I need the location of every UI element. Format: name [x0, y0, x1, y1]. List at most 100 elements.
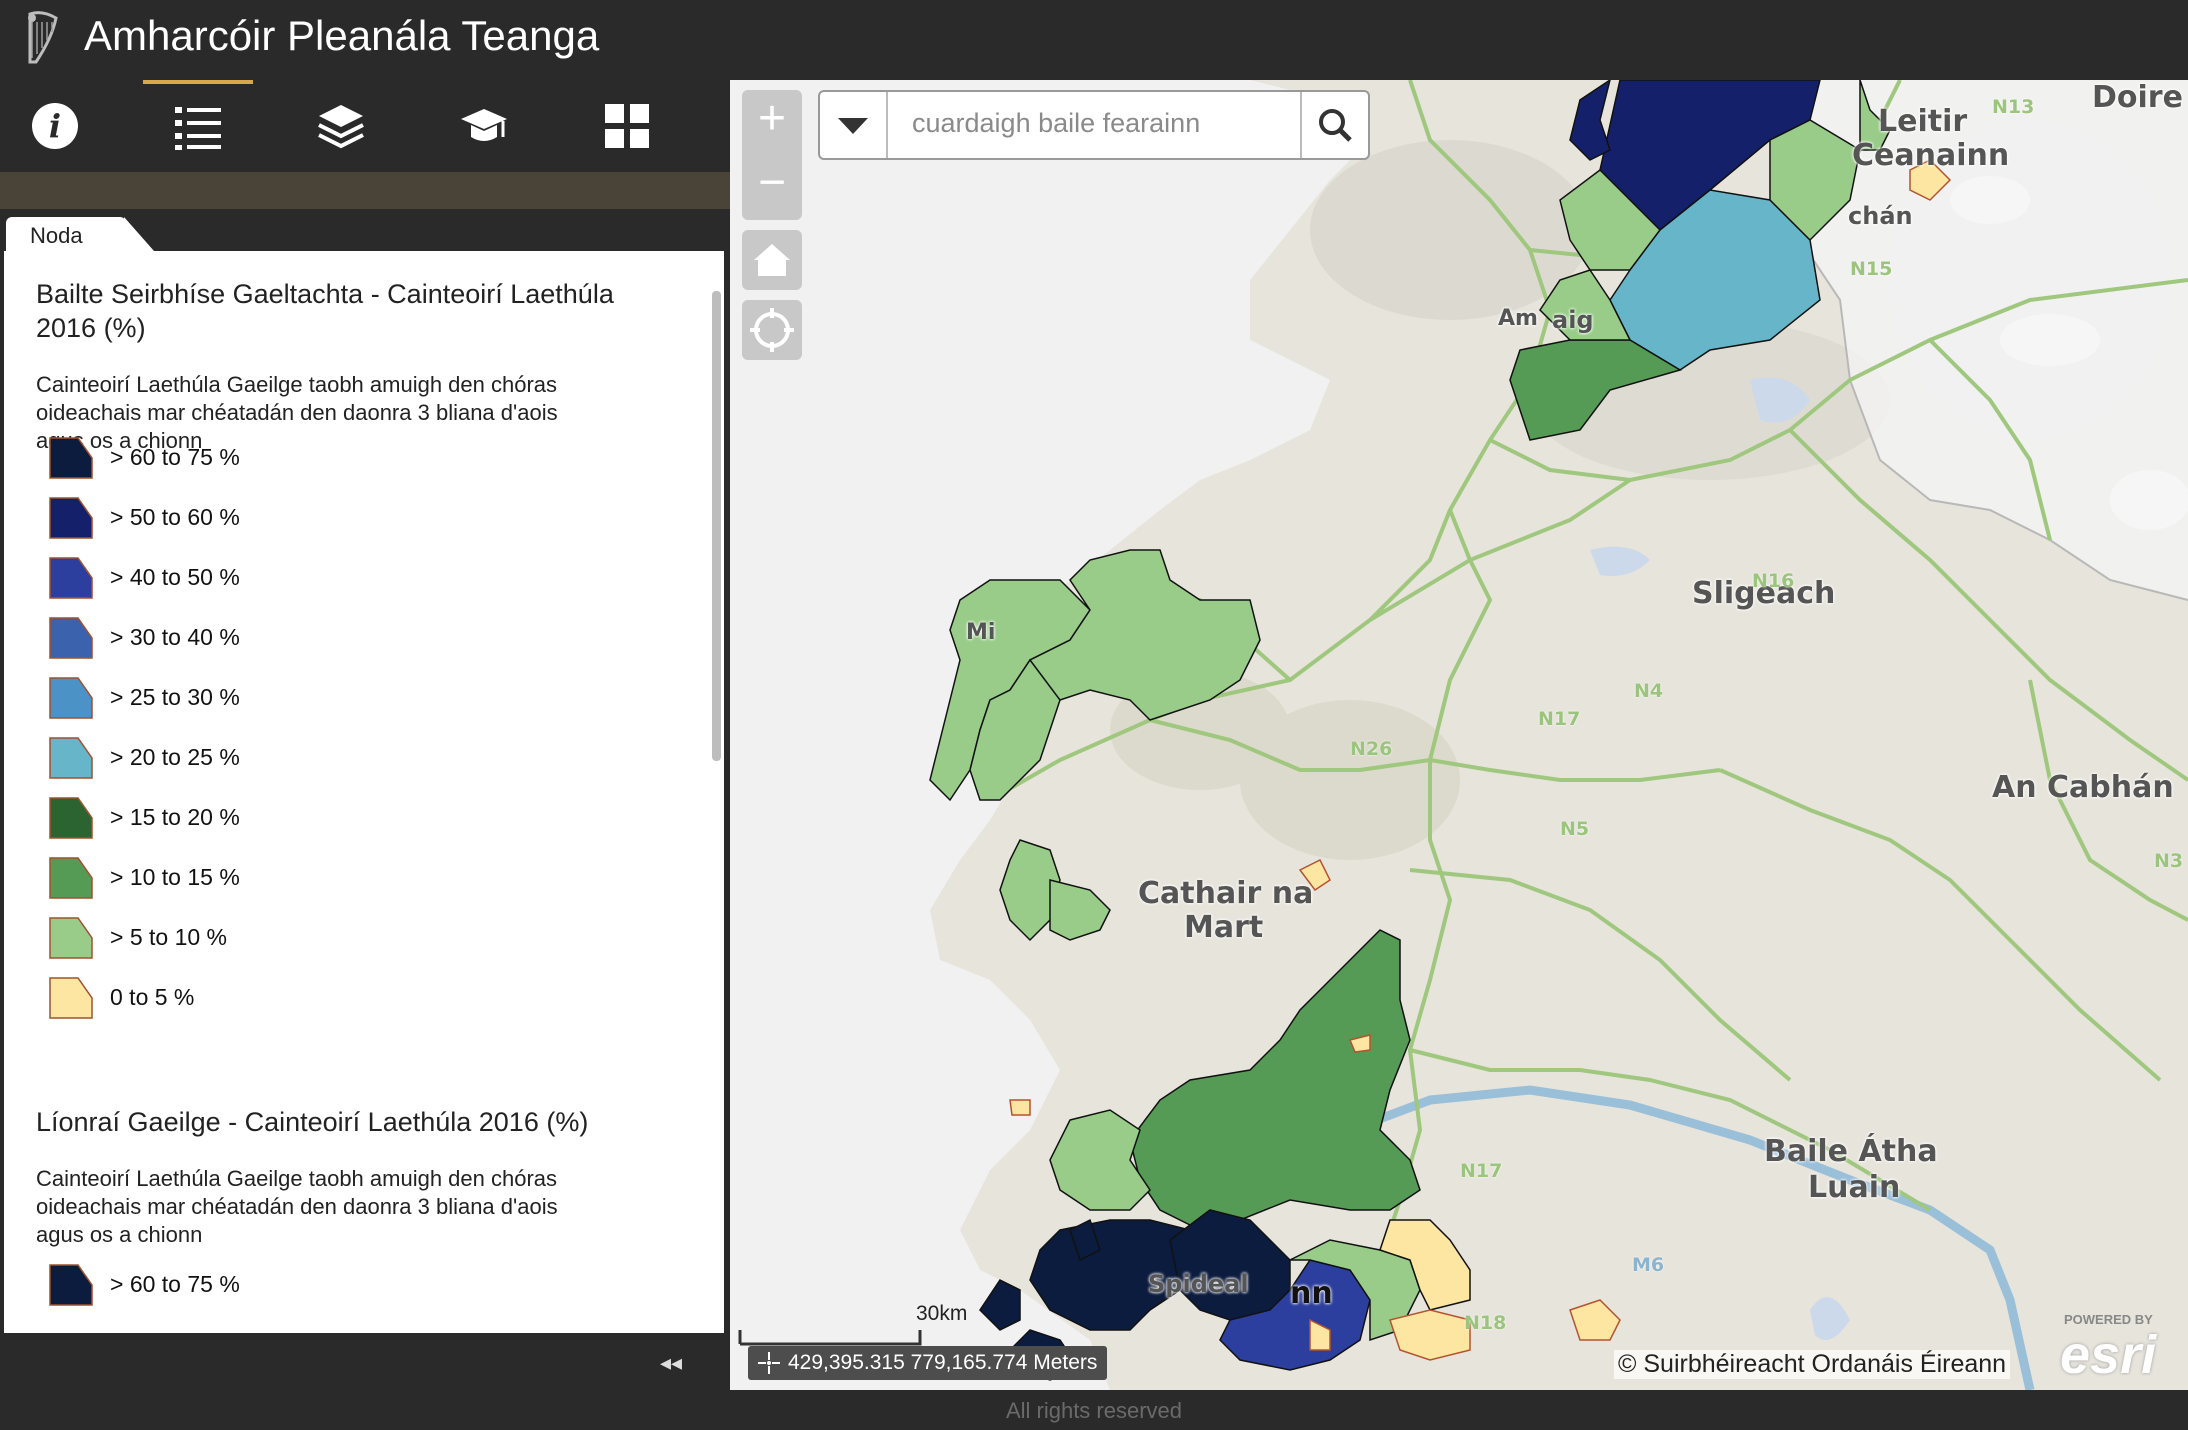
- place-label-chan: chán: [1848, 202, 1913, 230]
- place-label-ceanainn: Ceanainn: [1852, 138, 2010, 173]
- place-label-an-cabhan: An Cabhán: [1992, 770, 2174, 805]
- crosshair-icon: [758, 1352, 780, 1374]
- about-button[interactable]: i: [10, 94, 100, 158]
- legend-item: > 5 to 10 %: [48, 916, 448, 960]
- place-label-luain: Luain: [1808, 1170, 1901, 1205]
- side-panel: i Noda Bailte Seirbhíse Gaeltachta - Cai…: [0, 80, 730, 1390]
- tab-noda-label: Noda: [30, 223, 83, 248]
- legend-swatch: [49, 737, 93, 779]
- road-label-n13: N13: [1992, 96, 2035, 118]
- legend-swatch: [49, 917, 93, 959]
- legend-item: > 30 to 40 %: [48, 616, 448, 660]
- road-label-n17-north: N17: [1538, 708, 1581, 730]
- legend-item-label: > 60 to 75 %: [110, 444, 240, 470]
- basemap-gallery-button[interactable]: [582, 94, 672, 158]
- legend-swatch: [49, 677, 93, 719]
- coordinate-readout[interactable]: 429,395.315 779,165.774 Meters: [748, 1346, 1108, 1380]
- legend-swatch: [49, 797, 93, 839]
- zoom-control: + −: [742, 90, 802, 220]
- legend-item: > 40 to 50 %: [48, 556, 448, 600]
- graduation-cap-icon: [461, 109, 507, 141]
- basemap: [730, 80, 2188, 1390]
- road-label-n16: N16: [1752, 570, 1795, 592]
- layers-button[interactable]: [296, 94, 386, 158]
- chevron-down-icon: [838, 118, 868, 134]
- harp-logo-icon: [28, 11, 58, 64]
- legend-swatch: [49, 497, 93, 539]
- legend-swatch: [49, 557, 93, 599]
- legend-item-label: > 20 to 25 %: [110, 744, 240, 770]
- legend-item: > 15 to 20 %: [48, 796, 448, 840]
- map-view[interactable]: Leitir Ceanainn Doire chán aig Am Sligea…: [730, 80, 2188, 1390]
- legend-item-label: > 50 to 60 %: [110, 504, 240, 530]
- road-label-n18: N18: [1464, 1312, 1507, 1334]
- legend-list-icon: [175, 107, 221, 150]
- search-input[interactable]: cuardaigh baile fearainn: [912, 108, 1200, 139]
- legend-item-label: > 5 to 10 %: [110, 924, 227, 950]
- legend-swatch: [49, 977, 93, 1019]
- legend-item-label: > 25 to 30 %: [110, 684, 240, 710]
- panel-title-strip: [0, 172, 730, 209]
- search-source-dropdown[interactable]: [820, 92, 888, 158]
- place-label-mi: Mi: [966, 620, 996, 645]
- place-label-spideal: Spideal: [1148, 1270, 1249, 1298]
- search-button[interactable]: [1300, 92, 1370, 158]
- coordinate-text: 429,395.315 779,165.774 Meters: [788, 1351, 1098, 1374]
- legend-item: > 60 to 75 %: [48, 1263, 448, 1307]
- layers-icon: [318, 105, 364, 149]
- place-label-doire: Doire: [2092, 80, 2183, 115]
- place-label-mart: Mart: [1184, 910, 1264, 945]
- place-label-aig: aig: [1552, 306, 1594, 334]
- legend-item: > 20 to 25 %: [48, 736, 448, 780]
- tab-noda[interactable]: Noda: [6, 217, 126, 251]
- locate-button[interactable]: [742, 300, 802, 360]
- education-button[interactable]: [439, 94, 529, 158]
- legend-section-1-title: Bailte Seirbhíse Gaeltachta - Cainteoirí…: [36, 279, 614, 343]
- scale-bar-label: 30km: [916, 1302, 968, 1325]
- legend-scrollbar[interactable]: [712, 291, 721, 761]
- legend-swatch: [49, 857, 93, 899]
- road-label-n3: N3: [2154, 850, 2184, 872]
- tab-notch: [124, 217, 154, 251]
- home-button[interactable]: [742, 230, 802, 290]
- info-icon: i: [32, 103, 78, 149]
- panel-tabbar: Noda: [0, 209, 730, 251]
- legend-panel: Bailte Seirbhíse Gaeltachta - Cainteoirí…: [4, 251, 724, 1333]
- townland-search: cuardaigh baile fearainn: [818, 90, 1370, 160]
- home-icon: [754, 244, 790, 276]
- road-label-m6: M6: [1632, 1254, 1665, 1276]
- road-label-n17-south: N17: [1460, 1160, 1503, 1182]
- app-title: Amharcóir Pleanála Teanga: [84, 12, 600, 59]
- legend-button[interactable]: [153, 94, 243, 158]
- place-label-nn: nn: [1290, 1276, 1333, 1311]
- search-icon: [1319, 109, 1352, 142]
- svg-text:i: i: [49, 107, 61, 145]
- legend-item-label: > 40 to 50 %: [110, 564, 240, 590]
- legend-item: > 50 to 60 %: [48, 496, 448, 540]
- place-label-am: Am: [1498, 306, 1538, 331]
- legend-item-label: > 60 to 75 %: [110, 1271, 240, 1297]
- footer-text: All rights reserved: [1005, 1398, 1183, 1423]
- place-label-baile-atha: Baile Átha: [1764, 1134, 1938, 1169]
- zoom-in-button[interactable]: +: [742, 90, 802, 150]
- legend-item: 0 to 5 %: [48, 976, 448, 1020]
- zoom-out-button[interactable]: −: [742, 154, 802, 214]
- esri-logo[interactable]: POWERED BY esri: [2058, 1304, 2188, 1385]
- esri-logo-text: esri: [2060, 1325, 2157, 1385]
- road-label-n5: N5: [1560, 818, 1590, 840]
- legend-item: > 60 to 75 %: [48, 436, 448, 480]
- road-label-n4: N4: [1634, 680, 1664, 702]
- legend-swatch: [49, 437, 93, 479]
- panel-toolbar: i: [0, 80, 730, 172]
- legend-item-label: > 30 to 40 %: [110, 624, 240, 650]
- map-attribution: © Suirbhéireacht Ordanáis Éireann: [1614, 1350, 2011, 1379]
- app-header: Amharcóir Pleanála Teanga: [0, 0, 2188, 80]
- legend-item-label: > 10 to 15 %: [110, 864, 240, 890]
- collapse-panel-button[interactable]: ◂◂: [660, 1350, 682, 1376]
- legend-item: > 10 to 15 %: [48, 856, 448, 900]
- place-label-leitir: Leitir: [1878, 104, 1968, 139]
- legend-item-label: > 15 to 20 %: [110, 804, 240, 830]
- road-label-n26: N26: [1350, 738, 1393, 760]
- legend-swatch: [49, 1264, 93, 1306]
- legend-swatch: [49, 617, 93, 659]
